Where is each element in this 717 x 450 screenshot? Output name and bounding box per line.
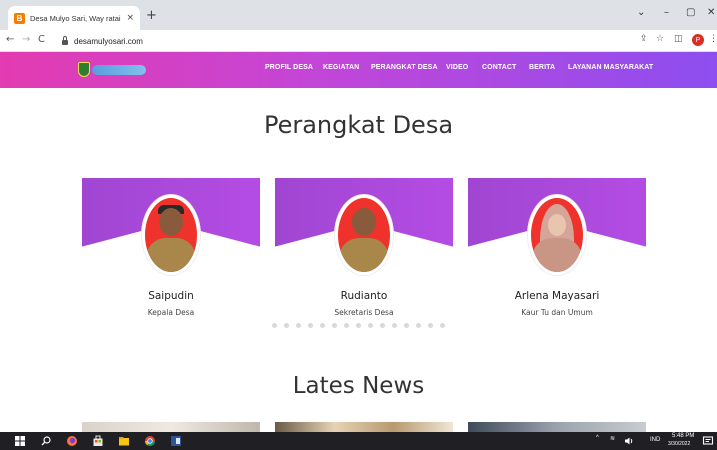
new-tab-button[interactable]: +: [146, 9, 157, 22]
section-title: Perangkat Desa: [263, 111, 454, 139]
avatar: [528, 195, 586, 275]
site-logo[interactable]: [78, 62, 146, 78]
profile-avatar[interactable]: P: [692, 34, 704, 46]
carousel-dot[interactable]: [296, 323, 301, 328]
tab-title: Desa Mulyo Sari, Way ratai: [30, 13, 121, 23]
nav-contact[interactable]: CONTACT: [482, 64, 516, 71]
tray-expand-icon[interactable]: ^: [596, 435, 599, 441]
browser-address-bar: ← → C desamulyosari.com ⇪ ☆ ◫ ⋮: [0, 30, 717, 52]
staff-name: Rudianto: [340, 290, 388, 302]
head-shape: [352, 208, 376, 236]
reload-icon[interactable]: C: [38, 34, 45, 45]
carousel-dot[interactable]: [308, 323, 313, 328]
avatar: [142, 195, 200, 275]
carousel-dot[interactable]: [284, 323, 289, 328]
chrome-icon[interactable]: [144, 435, 156, 447]
share-icon[interactable]: ⇪: [640, 34, 648, 44]
uniform-shape: [146, 238, 196, 272]
carousel-dot[interactable]: [368, 323, 373, 328]
village-emblem-icon: [78, 62, 90, 77]
notification-icon[interactable]: [702, 435, 714, 447]
carousel-dot[interactable]: [380, 323, 385, 328]
staff-name: Arlena Mayasari: [514, 290, 600, 302]
volume-icon[interactable]: [624, 436, 634, 446]
word-icon[interactable]: [170, 435, 182, 447]
carousel-dot[interactable]: [320, 323, 325, 328]
nav-video[interactable]: VIDEO: [446, 64, 468, 71]
nav-perangkat-desa[interactable]: PERANGKAT DESA: [371, 64, 438, 71]
file-explorer-icon[interactable]: [118, 435, 130, 447]
nav-berita[interactable]: BERITA: [529, 64, 555, 71]
carousel-dot[interactable]: [356, 323, 361, 328]
tab-close-icon[interactable]: ×: [126, 13, 134, 23]
staff-role: Sekretaris Desa: [334, 308, 394, 317]
browser-menu-icon[interactable]: ⋮: [709, 34, 717, 44]
url-field[interactable]: desamulyosari.com: [56, 33, 651, 49]
nav-layanan-masyarakat[interactable]: LAYANAN MASYARAKAT: [568, 64, 653, 71]
window-restore-button[interactable]: ▢: [686, 7, 695, 18]
browser-tab[interactable]: B Desa Mulyo Sari, Way ratai ×: [8, 6, 140, 30]
clock-date[interactable]: 3/30/2022: [668, 441, 690, 447]
news-section-title: Lates News: [292, 373, 425, 399]
head-shape: [548, 214, 566, 236]
network-icon[interactable]: ≋: [610, 435, 615, 442]
carousel-dots: [272, 323, 445, 328]
nav-kegiatan[interactable]: KEGIATAN: [323, 64, 359, 71]
nav-profil-desa[interactable]: PROFIL DESA: [265, 64, 313, 71]
avatar: [335, 195, 393, 275]
bookmark-star-icon[interactable]: ☆: [656, 34, 664, 44]
blogger-favicon-icon: B: [14, 12, 25, 24]
window-minimize-button[interactable]: –: [664, 7, 669, 18]
browser-tab-bar: B Desa Mulyo Sari, Way ratai × + ⌄ – ▢ ✕: [0, 0, 717, 30]
window-close-button[interactable]: ✕: [707, 7, 715, 18]
news-thumbnail[interactable]: [468, 422, 646, 432]
search-icon[interactable]: [40, 435, 52, 447]
carousel-dot[interactable]: [404, 323, 409, 328]
url-text: desamulyosari.com: [74, 36, 143, 46]
os-taskbar: ^ ≋ IND 5:48 PM 3/30/2022: [0, 432, 717, 450]
forward-icon[interactable]: →: [22, 34, 30, 45]
head-shape: [159, 208, 183, 236]
news-thumbnail[interactable]: [275, 422, 453, 432]
clothing-shape: [532, 238, 582, 272]
lock-icon: [62, 36, 68, 45]
carousel-dot[interactable]: [332, 323, 337, 328]
news-thumbnail[interactable]: [82, 422, 260, 432]
tab-search-icon[interactable]: ⌄: [637, 7, 645, 18]
staff-role: Kaur Tu dan Umum: [521, 308, 593, 317]
language-indicator[interactable]: IND: [650, 437, 660, 443]
carousel-dot[interactable]: [344, 323, 349, 328]
windows-start-icon[interactable]: [14, 435, 26, 447]
carousel-dot[interactable]: [416, 323, 421, 328]
uniform-shape: [339, 238, 389, 272]
clock-time[interactable]: 5:48 PM: [672, 433, 694, 439]
carousel-dot[interactable]: [440, 323, 445, 328]
carousel-dot[interactable]: [428, 323, 433, 328]
side-panel-icon[interactable]: ◫: [674, 34, 683, 44]
back-icon[interactable]: ←: [6, 34, 14, 45]
logo-wordmark: [92, 65, 146, 75]
staff-role: Kepala Desa: [147, 308, 195, 317]
staff-name: Saipudin: [148, 290, 194, 302]
store-icon[interactable]: [92, 435, 104, 447]
firefox-icon[interactable]: [66, 435, 78, 447]
carousel-dot[interactable]: [272, 323, 277, 328]
carousel-dot[interactable]: [392, 323, 397, 328]
